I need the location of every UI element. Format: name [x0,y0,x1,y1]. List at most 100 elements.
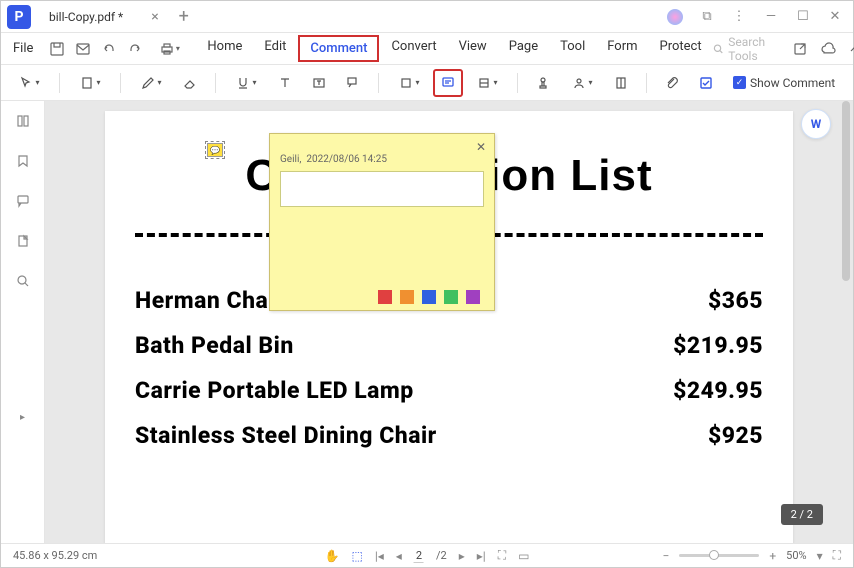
note-marker-icon[interactable]: 💬 [207,143,223,157]
expand-sidebar-icon[interactable]: ▸ [20,412,25,423]
tab-edit[interactable]: Edit [254,35,296,62]
zoom-out-icon[interactable]: − [662,549,669,563]
zoom-level[interactable]: 50% [786,549,806,562]
show-comment-label: Show Comment [750,76,835,90]
shape-tool[interactable]: ▾ [389,69,429,97]
color-red[interactable] [378,290,392,304]
item-row: Carrie Portable LED Lamp $249.95 [135,377,763,404]
attachment-panel-icon[interactable] [11,229,35,253]
sticky-author: Geili [280,154,299,165]
document-tab[interactable]: bill-Copy.pdf * × [37,3,171,31]
underline-tool[interactable]: ▾ [226,69,266,97]
zoom-dropdown-icon[interactable]: ▾ [817,549,823,563]
tab-view[interactable]: View [449,35,497,62]
minimize-button[interactable]: — [757,3,785,31]
tab-form[interactable]: Form [597,35,647,62]
page-total: /2 [436,549,447,562]
measure-tool[interactable] [606,69,636,97]
last-page-icon[interactable]: ▸| [477,549,486,563]
file-menu[interactable]: File [5,41,41,56]
zoom-thumb[interactable] [709,550,719,560]
item-row: Stainless Steel Dining Chair $925 [135,422,763,449]
sticky-note-popup[interactable]: ✕ Geili, 2022/08/06 14:25 [269,133,495,311]
eraser-tool[interactable] [175,69,205,97]
color-yellow[interactable] [356,290,370,304]
first-page-icon[interactable]: |◂ [375,549,384,563]
text-tool[interactable] [270,69,300,97]
tab-protect[interactable]: Protect [650,35,712,62]
sticky-date: 2022/08/06 14:25 [306,154,387,165]
undo-icon[interactable] [97,37,121,61]
maximize-button[interactable]: ☐ [789,3,817,31]
vertical-scrollbar[interactable] [842,101,850,281]
next-page-icon[interactable]: ▸ [459,549,465,563]
comments-icon[interactable] [11,189,35,213]
new-tab-button[interactable]: + [179,6,189,27]
menu-bar: File ▾ Home Edit Comment Convert View Pa… [1,33,853,65]
page-dimensions: 45.86 x 95.29 cm [13,549,97,562]
bookmark-icon[interactable] [11,149,35,173]
tab-filename: bill-Copy.pdf * [49,10,123,24]
more-icon[interactable]: ⋮ [725,3,753,31]
stamp-tool[interactable] [528,69,558,97]
signature-tool[interactable]: ▾ [562,69,602,97]
textbox-tool[interactable] [304,69,334,97]
redo-icon[interactable] [123,37,147,61]
print-icon[interactable]: ▾ [157,37,181,61]
title-right: ion List [488,151,652,201]
item-name: Carrie Portable LED Lamp [135,377,414,404]
sticky-note-tool[interactable] [433,69,463,97]
show-comment-toggle[interactable]: ✓ Show Comment [733,76,835,90]
color-blue[interactable] [422,290,436,304]
item-price: $365 [708,287,763,314]
tab-convert[interactable]: Convert [381,35,446,62]
page-indicator-badge: 2 / 2 [781,504,823,525]
share-icon[interactable]: ⧉ [693,3,721,31]
external-link-icon[interactable] [791,37,810,61]
search-panel-icon[interactable] [11,269,35,293]
hand-tool-icon[interactable]: ✋ [325,549,340,563]
page-number-input[interactable]: 2 [414,549,424,563]
item-price: $249.95 [673,377,763,404]
item-name: Bath Pedal Bin [135,332,294,359]
tab-page[interactable]: Page [499,35,548,62]
page-navigation: ✋ ⬚ |◂ ◂ 2 /2 ▸ ▸| ⛶ ▭ [325,548,530,563]
fit-page-icon[interactable]: ▭ [518,549,529,563]
mail-icon[interactable] [71,37,95,61]
ai-icon[interactable] [661,3,689,31]
prev-page-icon[interactable]: ◂ [396,549,402,563]
item-list: Herman Chair$365 Bath Pedal Bin$219.95 C… [135,287,763,449]
zoom-slider[interactable] [679,554,759,557]
select-mode-icon[interactable]: ⬚ [351,549,362,563]
word-export-icon[interactable]: W [801,109,831,139]
thumbnails-icon[interactable] [11,109,35,133]
close-button[interactable]: ✕ [821,3,849,31]
search-tools[interactable]: Search Tools [712,35,783,63]
sticky-text-input[interactable] [280,171,484,207]
item-name: Herman Chair [135,287,284,314]
color-purple[interactable] [466,290,480,304]
fullscreen-icon[interactable]: ⛶ [833,548,841,563]
tab-comment[interactable]: Comment [298,35,379,62]
fit-width-icon[interactable]: ⛶ [498,548,506,563]
select-tool[interactable]: ▾ [9,69,49,97]
zoom-in-icon[interactable]: + [769,549,776,563]
checkbox-tool[interactable] [691,69,721,97]
item-name: Stainless Steel Dining Chair [135,422,437,449]
area-tool[interactable]: ▾ [467,69,507,97]
attachment-tool[interactable] [657,69,687,97]
save-icon[interactable] [45,37,69,61]
cloud-icon[interactable] [818,37,837,61]
tab-home[interactable]: Home [197,35,252,62]
tab-close-icon[interactable]: × [151,9,158,25]
pencil-tool[interactable]: ▾ [131,69,171,97]
color-orange[interactable] [400,290,414,304]
item-price: $925 [708,422,763,449]
title-bar: P bill-Copy.pdf * × + ⧉ ⋮ — ☐ ✕ [1,1,853,33]
sticky-close-icon[interactable]: ✕ [476,140,486,154]
tab-tool[interactable]: Tool [550,35,595,62]
color-green[interactable] [444,290,458,304]
collapse-icon[interactable] [845,37,854,61]
page-icon-tool[interactable]: ▾ [70,69,110,97]
callout-tool[interactable] [338,69,368,97]
